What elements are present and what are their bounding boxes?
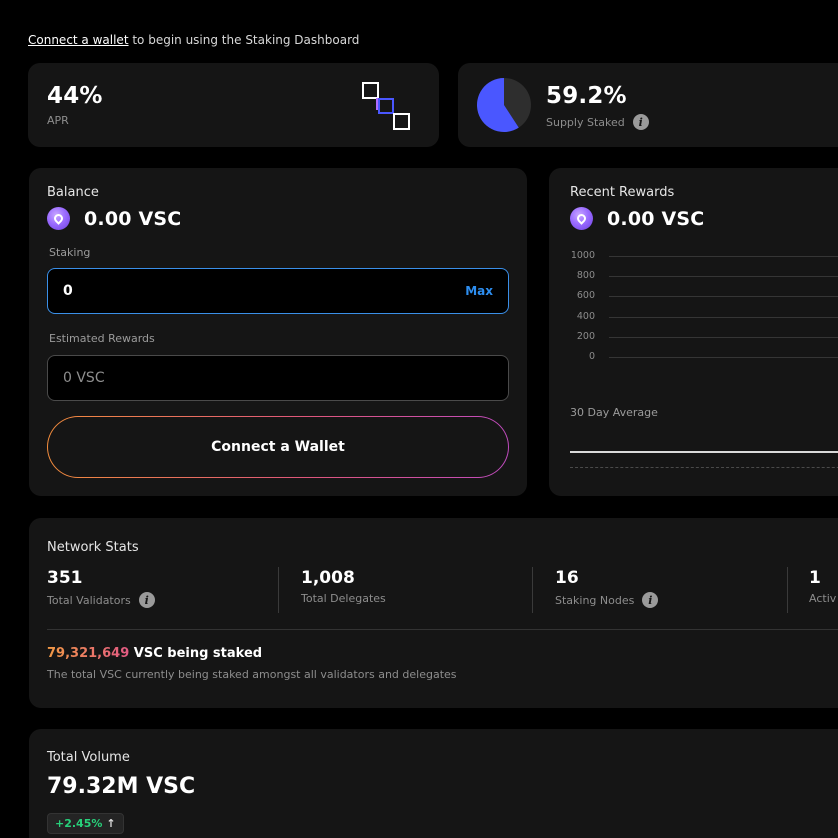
thirty-day-average-label: 30 Day Average [570, 406, 658, 419]
gridline [609, 336, 838, 338]
gridline [609, 357, 838, 358]
stat-value: 1 [809, 568, 821, 588]
balance-title: Balance [47, 185, 99, 200]
supply-staked-card: 59.2% Supply Staked i [458, 63, 838, 147]
recent-rewards-title: Recent Rewards [570, 185, 675, 200]
max-button[interactable]: Max [465, 284, 493, 298]
vsc-coin-icon [47, 207, 70, 230]
stat-active: 1 Activ [809, 568, 836, 605]
baseline-dashed [570, 467, 838, 468]
supply-value: 59.2% [546, 83, 627, 109]
info-icon[interactable]: i [632, 114, 649, 130]
staking-value: 0 [63, 283, 73, 299]
connect-wallet-button[interactable]: Connect a Wallet [47, 416, 509, 478]
recent-rewards-amount: 0.00 VSC [607, 207, 705, 230]
stat-label: Staking Nodes [555, 593, 635, 607]
total-volume-card: Total Volume 79.32M VSC +2.45% ↑ [29, 729, 838, 838]
staked-description: The total VSC currently being staked amo… [47, 668, 457, 681]
network-stats-card: Network Stats 351 Total Validators i 1,00… [29, 518, 838, 708]
divider [532, 567, 533, 613]
gridline [609, 256, 838, 257]
balance-card: Balance 0.00 VSC Staking 0 Max Estimated… [29, 168, 527, 496]
total-volume-title: Total Volume [47, 750, 130, 765]
volume-change-value: +2.45% [55, 817, 103, 830]
y-tick-label: 400 [576, 310, 595, 322]
apr-value: 44% [47, 83, 103, 109]
vsc-coin-icon [570, 207, 593, 230]
blocks-icon [362, 82, 410, 130]
prompt-text: to begin using the Staking Dashboard [128, 33, 360, 47]
stat-total-validators: 351 Total Validators i [47, 568, 155, 608]
connect-wallet-prompt: Connect a wallet to begin using the Stak… [28, 33, 359, 47]
divider [787, 567, 788, 613]
total-volume-value: 79.32M VSC [47, 774, 196, 799]
stat-value: 351 [47, 568, 83, 588]
estimated-rewards-value: 0 VSC [63, 370, 105, 386]
supply-pie-icon [477, 78, 531, 132]
stats-separator [47, 629, 838, 630]
divider [278, 567, 279, 613]
y-tick-label: 600 [576, 290, 595, 302]
estimated-rewards-field: 0 VSC [47, 355, 509, 401]
connect-wallet-link[interactable]: Connect a wallet [28, 33, 129, 47]
staking-input[interactable]: 0 Max [47, 268, 509, 314]
staked-amount: 79,321,649 [47, 646, 130, 661]
stat-value: 1,008 [301, 568, 355, 588]
estimated-rewards-label: Estimated Rewards [49, 332, 155, 345]
arrow-up-icon: ↑ [106, 817, 116, 830]
recent-rewards-card: Recent Rewards 0.00 VSC 1000 800 600 400 200… [549, 168, 838, 496]
stat-staking-nodes: 16 Staking Nodes i [555, 568, 659, 608]
y-tick-label: 0 [588, 351, 595, 362]
stat-label: Total Delegates [301, 592, 386, 605]
balance-amount: 0.00 VSC [84, 207, 182, 230]
y-tick-label: 1000 [570, 250, 595, 261]
gridline [609, 296, 838, 298]
stat-label: Activ [809, 592, 837, 605]
gridline [609, 316, 838, 318]
stat-value: 16 [555, 568, 579, 588]
staking-label: Staking [49, 246, 91, 259]
stat-total-delegates: 1,008 Total Delegates [301, 568, 386, 605]
info-icon[interactable]: i [642, 592, 659, 608]
network-stats-title: Network Stats [47, 540, 139, 555]
gridline [609, 276, 838, 278]
volume-change-badge: +2.45% ↑ [47, 813, 124, 834]
info-icon[interactable]: i [138, 592, 155, 608]
staked-suffix: VSC being staked [129, 646, 263, 661]
apr-card: 44% APR [28, 63, 439, 147]
supply-label: Supply Staked [546, 115, 625, 129]
average-line [570, 451, 838, 453]
connect-wallet-button-label: Connect a Wallet [48, 417, 508, 477]
staked-summary: 79,321,649 VSC being staked [47, 646, 262, 661]
y-tick-label: 800 [576, 270, 595, 282]
apr-label: APR [47, 114, 69, 127]
stat-label: Total Validators [47, 593, 131, 607]
y-tick-label: 200 [576, 330, 595, 342]
